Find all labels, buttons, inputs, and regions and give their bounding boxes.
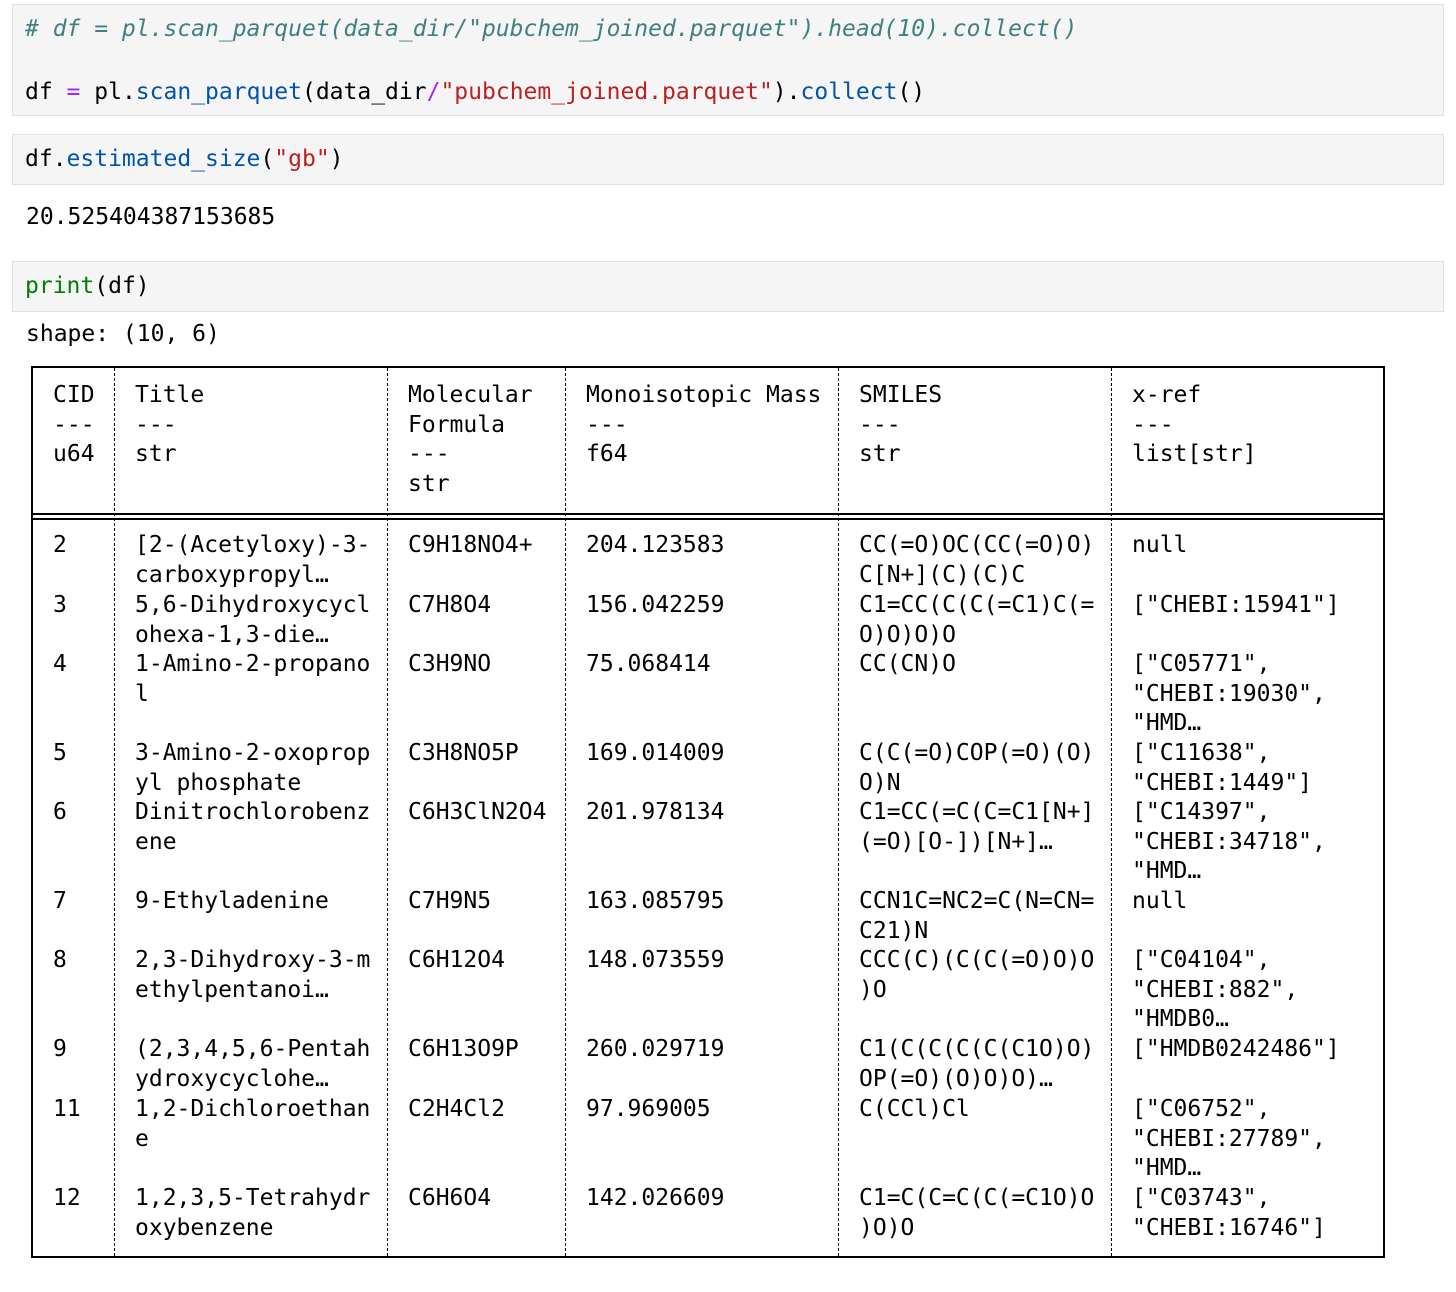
column-header-title: Title --- str — [135, 382, 205, 468]
code-token: (df) — [94, 273, 150, 299]
table-cell-smiles: C(C(=O)COP(=O)(O) O)N — [859, 740, 1095, 796]
column-divider — [565, 368, 566, 1256]
column-divider — [1111, 368, 1112, 1256]
table-cell-xref: ["C06752", "CHEBI:27789", "HMD… — [1132, 1096, 1326, 1182]
code-cell-1[interactable]: # df = pl.scan_parquet(data_dir/"pubchem… — [12, 4, 1444, 116]
table-cell-xref: ["C05771", "CHEBI:19030", "HMD… — [1132, 651, 1326, 737]
table-cell-title: 1,2,3,5-Tetrahydr oxybenzene — [135, 1185, 371, 1241]
code-cell-2[interactable]: df.estimated_size("gb") — [12, 134, 1444, 185]
table-cell-cid: 5 — [53, 740, 67, 766]
code-line-scan-parquet: df = pl.scan_parquet(data_dir/"pubchem_j… — [25, 79, 925, 105]
table-cell-xref: ["C11638", "CHEBI:1449"] — [1132, 740, 1313, 796]
code-token: print — [25, 273, 95, 299]
code-token: ) — [329, 146, 344, 172]
code-line-print: print(df) — [25, 273, 150, 299]
table-cell-smiles: C1=C(C=C(C(=C1O)O )O)O — [859, 1185, 1095, 1241]
table-cell-mass: 156.042259 — [586, 592, 725, 618]
column-divider — [838, 368, 839, 1256]
column-header-formula: Molecular Formula --- str — [408, 382, 533, 497]
table-cell-smiles: C1=CC(=C(C=C1[N+] (=O)[O-])[N+]… — [859, 799, 1095, 855]
cell-output-size: 20.525404387153685 — [26, 204, 276, 230]
table-cell-cid: 6 — [53, 799, 67, 825]
table-cell-xref: ["C14397", "CHEBI:34718", "HMD… — [1132, 799, 1326, 885]
table-cell-title: 1-Amino-2-propano l — [135, 651, 371, 707]
column-header-cid: CID --- u64 — [53, 382, 95, 468]
table-cell-smiles: C(CCl)Cl — [859, 1096, 970, 1122]
column-divider — [387, 368, 388, 1256]
table-cell-cid: 7 — [53, 888, 67, 914]
table-cell-title: 2,3-Dihydroxy-3-m ethylpentanoi… — [135, 947, 371, 1003]
code-cell-3[interactable]: print(df) — [12, 261, 1444, 312]
code-token: df. — [25, 146, 67, 172]
table-cell-cid: 2 — [53, 532, 67, 558]
table-cell-formula: C2H4Cl2 — [408, 1096, 505, 1122]
table-cell-formula: C6H6O4 — [408, 1185, 492, 1211]
table-cell-cid: 4 — [53, 651, 67, 677]
table-cell-title: (2,3,4,5,6-Pentah ydroxycyclohe… — [135, 1036, 371, 1092]
table-cell-mass: 97.969005 — [586, 1096, 711, 1122]
cell-output-shape: shape: (10, 6) — [26, 321, 220, 347]
code-token: df — [25, 79, 53, 105]
table-cell-formula: C6H13O9P — [408, 1036, 519, 1062]
table-cell-xref: null — [1132, 888, 1188, 914]
table-cell-xref: ["C03743", "CHEBI:16746"] — [1132, 1185, 1326, 1241]
code-line-estimated-size: df.estimated_size("gb") — [25, 146, 344, 172]
column-header-xref: x-ref --- list[str] — [1132, 382, 1257, 468]
table-cell-title: 9-Ethyladenine — [135, 888, 329, 914]
dataframe-table: CID --- u64 Title --- str Molecular Formul… — [31, 366, 1385, 1258]
code-token: = — [52, 79, 95, 105]
header-separator — [33, 513, 1383, 520]
table-cell-cid: 12 — [53, 1185, 81, 1211]
code-token: ( — [260, 146, 275, 172]
table-cell-mass: 260.029719 — [586, 1036, 725, 1062]
table-cell-smiles: CCC(C)(C(C(=O)O)O )O — [859, 947, 1095, 1003]
code-token: () — [897, 79, 926, 105]
table-cell-cid: 8 — [53, 947, 67, 973]
table-cell-cid: 9 — [53, 1036, 67, 1062]
table-cell-xref: null — [1132, 532, 1188, 558]
code-comment-line: # df = pl.scan_parquet(data_dir/"pubchem… — [25, 16, 1078, 42]
table-cell-mass: 204.123583 — [586, 532, 725, 558]
table-cell-formula: C7H8O4 — [408, 592, 492, 618]
table-cell-mass: 201.978134 — [586, 799, 725, 825]
table-cell-title: [2-(Acetyloxy)-3- carboxypropyl… — [135, 532, 371, 588]
code-token: (data_dir — [301, 79, 427, 105]
table-cell-formula: C7H9N5 — [408, 888, 492, 914]
table-cell-formula: C6H3ClN2O4 — [408, 799, 547, 825]
table-cell-formula: C6H12O4 — [408, 947, 505, 973]
table-cell-mass: 142.026609 — [586, 1185, 725, 1211]
table-cell-smiles: CC(CN)O — [859, 651, 956, 677]
column-header-smiles: SMILES --- str — [859, 382, 943, 468]
table-cell-cid: 3 — [53, 592, 67, 618]
table-cell-xref: ["C04104", "CHEBI:882", "HMDB0… — [1132, 947, 1299, 1033]
table-cell-xref: ["CHEBI:15941"] — [1132, 592, 1340, 618]
table-cell-smiles: C1(C(C(C(C(C1O)O) OP(=O)(O)O)O)… — [859, 1036, 1095, 1092]
code-token: collect — [800, 79, 898, 105]
column-divider — [114, 368, 115, 1256]
code-token: pl. — [94, 79, 136, 105]
code-token: ). — [772, 79, 801, 105]
table-cell-formula: C3H9NO — [408, 651, 492, 677]
code-token: scan_parquet — [135, 79, 302, 105]
table-cell-xref: ["HMDB0242486"] — [1132, 1036, 1340, 1062]
code-token: "gb" — [274, 146, 330, 172]
table-cell-mass: 148.073559 — [586, 947, 725, 973]
code-token: estimated_size — [66, 146, 261, 172]
table-cell-smiles: CC(=O)OC(CC(=O)O) C[N+](C)(C)C — [859, 532, 1095, 588]
table-cell-smiles: CCN1C=NC2=C(N=CN= C21)N — [859, 888, 1095, 944]
table-cell-title: 3-Amino-2-oxoprop yl phosphate — [135, 740, 371, 796]
table-cell-title: 1,2-Dichloroethan e — [135, 1096, 371, 1152]
table-cell-title: 5,6-Dihydroxycycl ohexa-1,3-die… — [135, 592, 371, 648]
table-cell-mass: 75.068414 — [586, 651, 711, 677]
table-cell-mass: 163.085795 — [586, 888, 725, 914]
code-token: / — [426, 79, 441, 105]
code-token: "pubchem_joined.parquet" — [440, 79, 773, 105]
column-header-mass: Monoisotopic Mass --- f64 — [586, 382, 822, 468]
table-cell-formula: C9H18NO4+ — [408, 532, 533, 558]
table-cell-formula: C3H8NO5P — [408, 740, 519, 766]
table-cell-cid: 11 — [53, 1096, 81, 1122]
table-cell-title: Dinitrochlorobenz ene — [135, 799, 371, 855]
table-cell-mass: 169.014009 — [586, 740, 725, 766]
table-cell-smiles: C1=CC(C(C(=C1)C(= O)O)O)O — [859, 592, 1095, 648]
